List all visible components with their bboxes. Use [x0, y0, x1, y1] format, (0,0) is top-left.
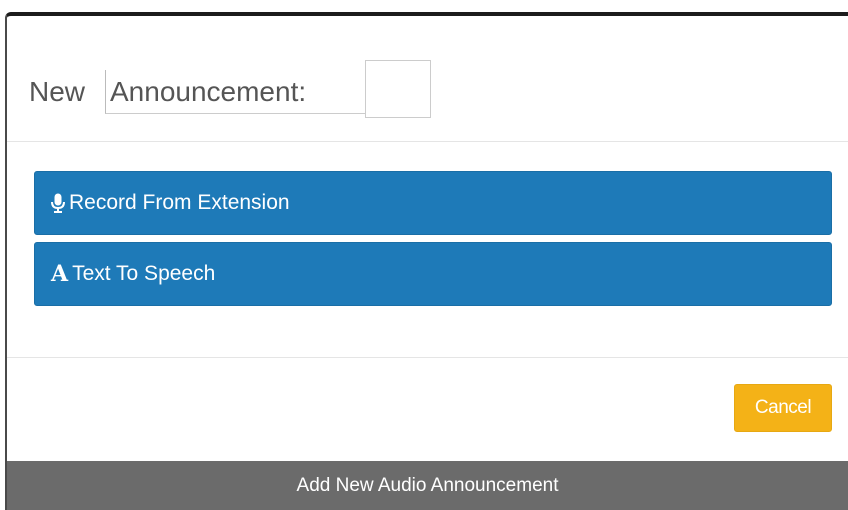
text-to-speech-button[interactable]: A Text To Speech [34, 242, 832, 306]
microphone-icon [51, 193, 65, 213]
new-announcement-modal: New Record From Extension A [5, 12, 848, 461]
font-icon: A [51, 261, 69, 287]
inline-edit-box[interactable] [365, 60, 431, 118]
record-from-extension-button[interactable]: Record From Extension [34, 171, 832, 235]
screen: New Record From Extension A [0, 0, 848, 510]
cancel-button[interactable]: Cancel [734, 384, 832, 432]
add-new-audio-announcement-bar[interactable]: Add New Audio Announcement [5, 461, 848, 510]
title-prefix: New [29, 76, 86, 107]
bottom-bar-label: Add New Audio Announcement [296, 474, 559, 496]
modal-header: New [7, 16, 848, 142]
announcement-name-input[interactable] [105, 70, 395, 114]
modal-body: Record From Extension A Text To Speech [7, 142, 848, 358]
modal-footer: Cancel [7, 358, 848, 461]
text-to-speech-label: Text To Speech [72, 262, 216, 285]
record-from-extension-label: Record From Extension [69, 191, 290, 214]
